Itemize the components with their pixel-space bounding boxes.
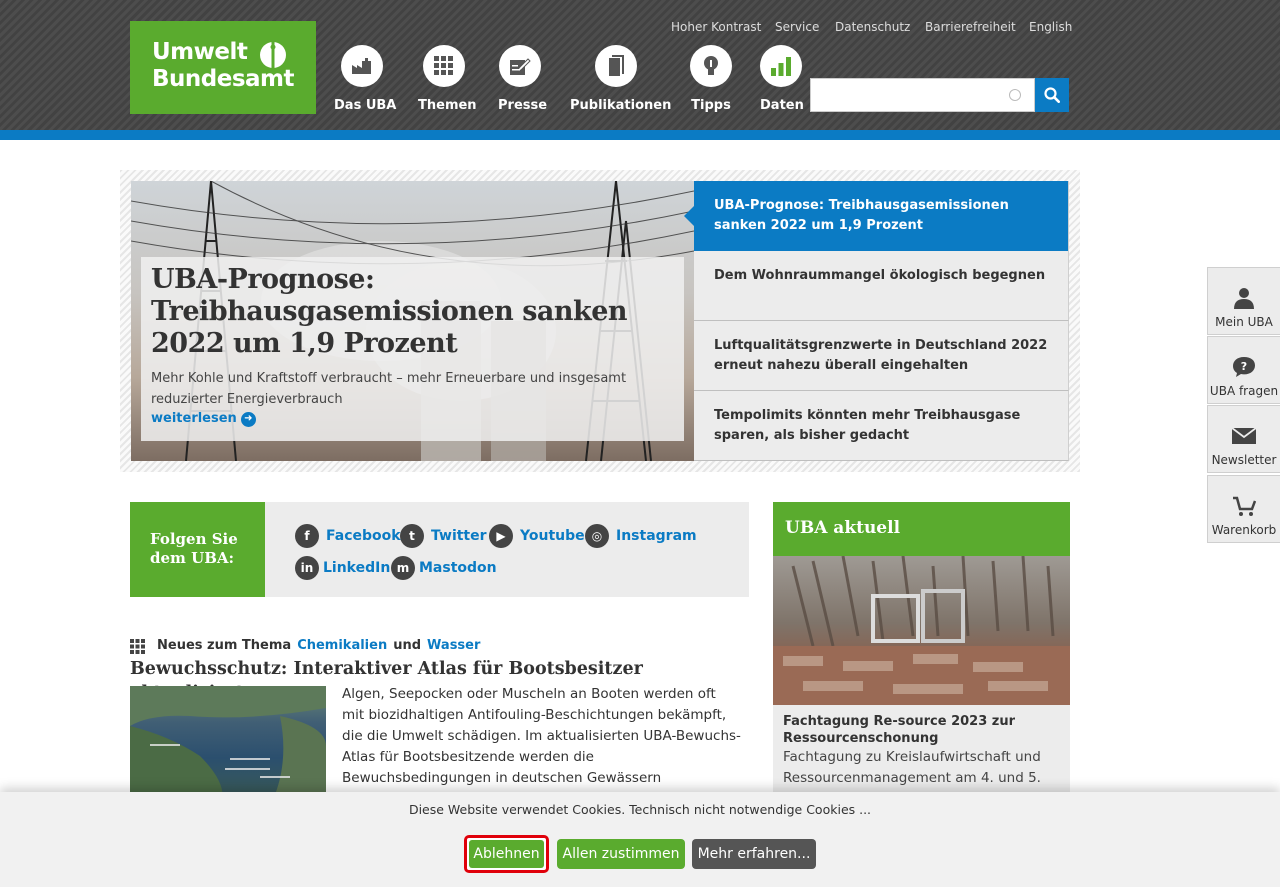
side-tool-label: Warenkorb [1211,523,1277,537]
logo-line-1: Umwelt [152,39,248,65]
nav-label: Themen [418,98,477,113]
social-label: LinkedIn [323,560,391,576]
slider-item-2[interactable]: Dem Wohnraummangel ökologisch begegnen [694,251,1069,321]
arrow-right-circle-icon: ➜ [240,411,256,427]
social-twitter[interactable]: t Twitter [400,524,487,548]
side-tool-uba-fragen[interactable]: ? UBA fragen [1207,336,1280,404]
social-label: Mastodon [419,560,497,576]
social-linkedin[interactable]: in LinkedIn [295,556,390,580]
book-icon [595,45,637,87]
slider-item-4[interactable]: Tempolimits könnten mehr Treibhausgase s… [694,391,1069,461]
article-image[interactable] [130,686,326,806]
user-icon [1208,286,1280,310]
social-youtube[interactable]: ▶ Youtube [489,524,585,548]
topic-link-chemikalien[interactable]: Chemikalien [297,637,387,655]
aktuell-header: UBA aktuell [773,502,1070,556]
side-tool-label: UBA fragen [1209,384,1279,398]
search-input[interactable] [810,78,1035,112]
nav-label: Publikationen [570,98,672,113]
metanav-english[interactable]: English [1029,19,1072,35]
social-links-box [265,502,749,597]
social-label: Instagram [616,528,697,544]
nav-publikationen[interactable]: Publikationen [570,45,672,114]
slider-item-1[interactable]: UBA-Prognose: Treibhausgasemissionen san… [684,181,1069,251]
instagram-icon: ◎ [585,524,609,548]
loading-spinner-icon [1009,89,1021,101]
metanav-accessibility[interactable]: Barrierefreiheit [925,19,1016,35]
topic-prefix: Neues zum Thema [157,638,292,653]
pencil-paper-icon [499,45,541,87]
search-button[interactable] [1035,78,1069,112]
social-label: Facebook [326,528,401,544]
side-tool-mein-uba[interactable]: Mein UBA [1207,267,1280,335]
topic-and: und [393,638,422,653]
read-more-label: weiterlesen [151,411,237,426]
linkedin-icon: in [295,556,319,580]
hero-title[interactable]: UBA-Prognose: Treibhausgasemissionen san… [151,264,671,360]
logo-figure-icon [260,42,286,68]
slider-item-3[interactable]: Luftqualitätsgrenzwerte in Deutschland 2… [694,321,1069,391]
social-label: Twitter [431,528,487,544]
svg-text:?: ? [1241,360,1247,373]
article-topic-line: Neues zum Thema Chemikalien und Wasser [130,637,480,655]
header-accent-bar [0,130,1280,140]
metanav-service[interactable]: Service [775,19,819,35]
social-mastodon[interactable]: m Mastodon [391,556,497,580]
nav-das-uba[interactable]: Das UBA [334,45,397,114]
question-bubble-icon: ? [1208,355,1280,379]
social-facebook[interactable]: f Facebook [295,524,401,548]
follow-label: Folgen Sie dem UBA: [150,530,238,567]
lightbulb-icon [690,45,732,87]
grid-icon [423,45,465,87]
aktuell-heading: UBA aktuell [785,518,901,538]
uba-logo[interactable]: Umwelt Bundesamt [130,21,316,114]
nav-presse[interactable]: Presse [498,45,548,114]
side-tool-label: Mein UBA [1215,315,1273,329]
cookie-more-info-button[interactable]: Mehr erfahren... [692,839,816,869]
cookie-accept-all-button[interactable]: Allen zustimmen [557,839,685,869]
follow-label-box: Folgen Sie dem UBA: [130,502,275,597]
topic-link-wasser[interactable]: Wasser [427,637,480,655]
cookie-reject-label: Ablehnen [469,840,544,868]
nav-label: Tipps [691,98,731,113]
cookie-text: Diese Website verwendet Cookies. Technis… [408,802,872,817]
nav-tipps[interactable]: Tipps [690,45,732,114]
nav-label: Das UBA [334,98,397,113]
nav-label: Daten [760,98,804,113]
side-tool-warenkorb[interactable]: Warenkorb [1207,475,1280,543]
nav-daten[interactable]: Daten [760,45,804,114]
side-tool-label: Newsletter [1211,453,1277,467]
social-label: Youtube [520,528,585,544]
aktuell-title[interactable]: Fachtagung Re-source 2023 zur Ressourcen… [783,713,1063,747]
bar-chart-icon [760,45,802,87]
factory-icon [341,45,383,87]
grid-icon [130,638,145,654]
metanav-high-contrast[interactable]: Hoher Kontrast [671,19,761,35]
youtube-icon: ▶ [489,524,513,548]
mastodon-icon: m [391,556,415,580]
metanav-privacy[interactable]: Datenschutz [835,19,910,35]
cart-icon [1208,494,1280,518]
hero-description: Mehr Kohle und Kraftstoff verbraucht – m… [151,371,627,407]
nav-themen[interactable]: Themen [418,45,477,114]
facebook-icon: f [295,524,319,548]
envelope-icon [1208,424,1280,448]
aktuell-image[interactable] [773,556,1070,705]
twitter-icon: t [400,524,424,548]
nav-label: Presse [498,98,548,113]
side-tool-newsletter[interactable]: Newsletter [1207,405,1280,473]
search-icon [1044,87,1060,103]
cookie-reject-button[interactable]: Ablehnen [464,835,549,873]
logo-line-2: Bundesamt [152,66,295,92]
social-instagram[interactable]: ◎ Instagram [585,524,697,548]
read-more-link[interactable]: weiterlesen ➜ [151,409,256,429]
